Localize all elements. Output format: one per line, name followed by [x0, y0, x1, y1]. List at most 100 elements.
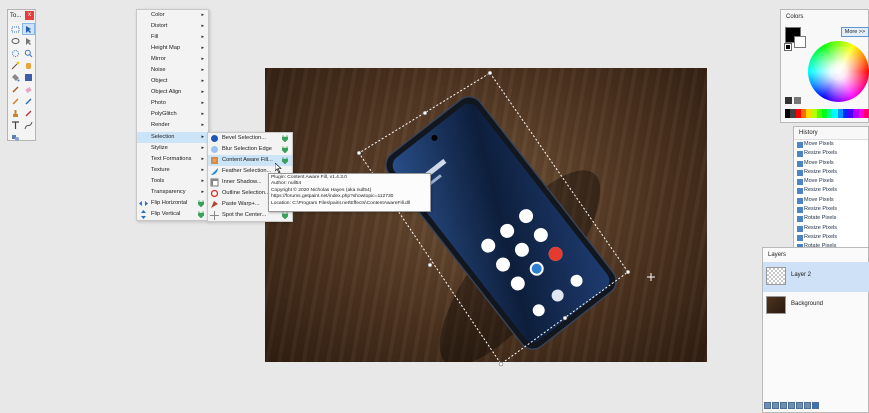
layers-panel-title: Layers [768, 252, 787, 258]
zoom-tool[interactable] [23, 48, 34, 58]
history-step-icon [797, 207, 803, 214]
submenu-arrow-icon: ▸ [201, 56, 204, 63]
image-canvas[interactable] [265, 68, 707, 362]
tooltip-location: Location: C:\Program Files\paint.net\Eff… [271, 200, 410, 206]
menu-item-fill[interactable]: Fill ▸ [137, 32, 208, 43]
gradient-icon [25, 73, 32, 81]
menu-item-noise[interactable]: Noise ▸ [137, 65, 208, 76]
more-colors-button[interactable]: More >> [841, 27, 869, 37]
menu-item-flip-vertical[interactable]: Flip Vertical [137, 209, 208, 220]
tools-window: To... x [7, 9, 36, 141]
palette-menu-icon[interactable] [794, 97, 801, 104]
menu-item-selection[interactable]: Selection ▸ [137, 131, 208, 143]
color-palette[interactable] [785, 109, 869, 118]
color-picker-tool[interactable] [23, 96, 34, 106]
move-handle-icon[interactable] [647, 273, 655, 281]
menu-item-label: Text Formations [151, 155, 192, 162]
add-layer-icon[interactable] [764, 402, 771, 409]
feather-icon [211, 168, 218, 176]
line-curve-tool[interactable] [23, 120, 34, 130]
history-item-label: Resize Pixels [804, 168, 838, 175]
menu-item-object-align[interactable]: Object Align ▸ [137, 87, 208, 98]
menu-item-distort[interactable]: Distort ▸ [137, 21, 208, 32]
menu-item-render[interactable]: Render ▸ [137, 120, 208, 131]
history-item-label: Move Pixels [804, 159, 834, 166]
magic-wand-tool[interactable] [10, 60, 21, 70]
hand-icon [26, 62, 31, 69]
layer-thumbnail [766, 296, 786, 314]
flip-horizontal-icon [139, 199, 148, 208]
layers-panel: Layers Layer 2 Background [762, 247, 869, 413]
history-item[interactable]: Move Pixels [794, 140, 868, 149]
recolor-tool[interactable] [23, 108, 34, 118]
submenu-item-label: Inner Shadow... [222, 179, 262, 186]
submenu-arrow-icon: ▸ [201, 122, 204, 129]
history-item[interactable]: Resize Pixels [794, 205, 868, 214]
history-item[interactable]: Resize Pixels [794, 149, 868, 158]
move-layer-up-icon[interactable] [796, 402, 803, 409]
rectangle-select-tool[interactable] [10, 24, 21, 34]
menu-item-height-map[interactable]: Height Map ▸ [137, 43, 208, 54]
menu-item-polyglitch[interactable]: PolyGlitch ▸ [137, 109, 208, 120]
swap-colors-icon[interactable] [785, 97, 792, 104]
history-item[interactable]: Rotate Pixels [794, 214, 868, 223]
menu-item-transparency[interactable]: Transparency ▸ [137, 187, 208, 198]
move-selection-tool[interactable] [22, 23, 35, 35]
history-item[interactable]: Move Pixels [794, 196, 868, 205]
history-item[interactable]: Resize Pixels [794, 224, 868, 233]
history-item[interactable]: Resize Pixels [794, 168, 868, 177]
tools-close-button[interactable]: x [25, 11, 34, 20]
line-curve-icon [24, 121, 33, 129]
lasso-select-tool[interactable] [10, 36, 21, 46]
eraser-tool[interactable] [23, 84, 34, 94]
reset-colors-icon[interactable] [784, 43, 792, 51]
history-item[interactable]: Resize Pixels [794, 233, 868, 242]
duplicate-layer-icon[interactable] [780, 402, 787, 409]
layer-name: Background [791, 301, 824, 307]
menu-item-label: Noise [151, 67, 166, 74]
secondary-color-swatch[interactable] [794, 36, 806, 48]
history-step-icon [797, 225, 803, 232]
history-item[interactable]: Resize Pixels [794, 186, 868, 195]
delete-layer-icon[interactable] [772, 402, 779, 409]
history-item[interactable]: Move Pixels [794, 159, 868, 168]
layer-row-background[interactable]: Background [763, 291, 869, 321]
ellipse-select-tool[interactable] [10, 48, 21, 58]
tools-window-title-bar[interactable]: To... x [8, 10, 35, 22]
menu-item-text-formations[interactable]: Text Formations ▸ [137, 154, 208, 165]
paint-bucket-tool[interactable] [10, 72, 21, 82]
layer-name: Layer 2 [791, 272, 812, 278]
content-aware-fill-icon [211, 157, 218, 165]
merge-layer-icon[interactable] [788, 402, 795, 409]
plugin-icon [198, 210, 204, 218]
menu-item-texture[interactable]: Texture ▸ [137, 165, 208, 176]
pan-tool[interactable] [23, 60, 34, 70]
pencil-tool[interactable] [10, 96, 21, 106]
history-item-label: Resize Pixels [804, 233, 838, 240]
menu-item-color[interactable]: Color ▸ [137, 10, 208, 21]
text-tool[interactable] [10, 120, 21, 130]
menu-item-tools[interactable]: Tools ▸ [137, 176, 208, 187]
history-item[interactable]: Move Pixels [794, 177, 868, 186]
menu-item-photo[interactable]: Photo ▸ [137, 98, 208, 109]
menu-item-flip-horizontal[interactable]: Flip Horizontal [137, 198, 208, 209]
layer-row-layer-2[interactable]: Layer 2 [763, 262, 869, 292]
move-layer-down-icon[interactable] [804, 402, 811, 409]
effects-menu: Color ▸ Distort ▸ Fill ▸ Height Map ▸ Mirror… [136, 9, 209, 221]
menu-item-stylize[interactable]: Stylize ▸ [137, 143, 208, 154]
clone-stamp-tool[interactable] [10, 108, 21, 118]
paintbrush-tool[interactable] [10, 84, 21, 94]
move-tool[interactable] [23, 36, 34, 46]
submenu-item-bevel-selection[interactable]: Bevel Selection... [208, 133, 292, 144]
menu-item-mirror[interactable]: Mirror ▸ [137, 54, 208, 65]
shapes-tool[interactable] [10, 132, 21, 142]
menu-item-label: Photo [151, 100, 166, 107]
gradient-tool[interactable] [23, 72, 34, 82]
submenu-arrow-icon: ▸ [201, 78, 204, 85]
history-item-label: Resize Pixels [804, 187, 838, 194]
menu-item-object[interactable]: Object ▸ [137, 76, 208, 87]
layer-properties-icon[interactable] [812, 402, 819, 409]
history-step-icon [797, 179, 803, 186]
color-wheel[interactable] [808, 41, 869, 102]
submenu-item-blur-selection-edge[interactable]: Blur Selection Edge [208, 144, 292, 155]
